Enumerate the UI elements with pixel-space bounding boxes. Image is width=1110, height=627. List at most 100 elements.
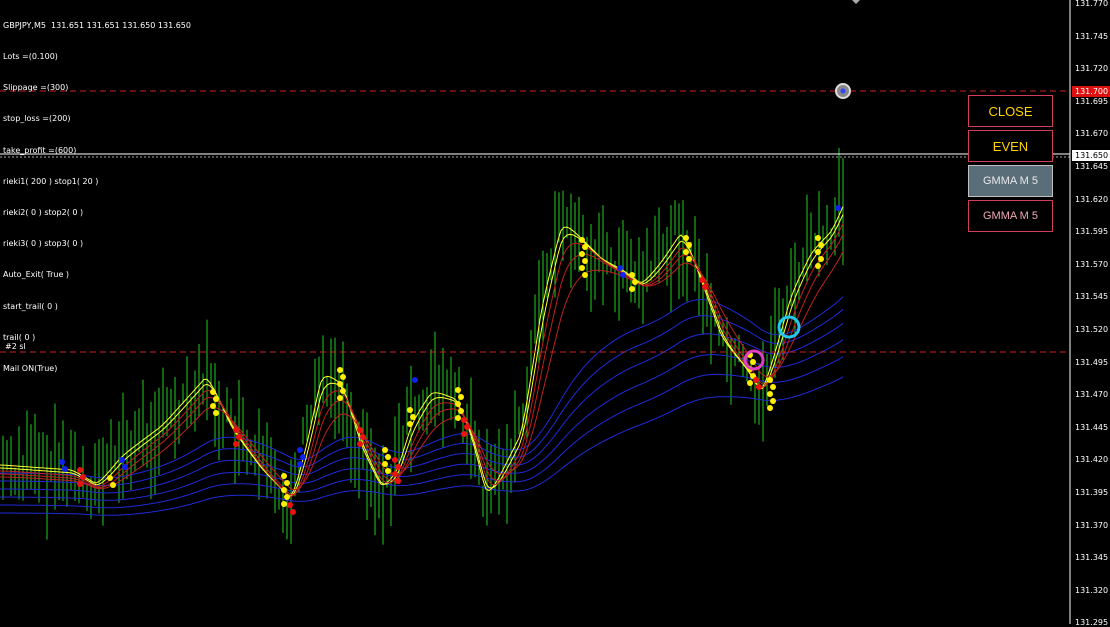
info-rieki1: rieki1( 200 ) stop1( 20 ): [3, 176, 99, 186]
price-axis-label: 131.545: [1075, 292, 1109, 302]
price-axis-label: 131.445: [1075, 422, 1109, 432]
signal-dot: [281, 487, 287, 493]
info-rieki2: rieki2( 0 ) stop2( 0 ): [3, 208, 84, 218]
signal-dot: [392, 471, 398, 477]
price-axis-label: 131.295: [1075, 618, 1109, 627]
signal-dot: [579, 237, 585, 243]
price-axis-label: 131.695: [1075, 96, 1109, 106]
signal-dot: [767, 391, 773, 397]
price-axis-label: 131.570: [1075, 259, 1109, 269]
ea-info-panel: GBPJPY,M5 131.651 131.651 131.650 131.65…: [3, 0, 191, 385]
info-start-trail: start_trail( 0 ): [3, 301, 58, 311]
price-axis-label: 131.395: [1075, 488, 1109, 497]
price-axis-label: 131.495: [1075, 357, 1109, 367]
info-stop-loss: stop_loss =(200): [3, 114, 71, 124]
signal-dot: [210, 403, 216, 409]
signal-dot: [119, 457, 125, 463]
signal-dot: [579, 251, 585, 257]
even-button[interactable]: EVEN: [968, 130, 1053, 162]
signal-dot: [360, 434, 366, 440]
signal-dot: [835, 205, 841, 211]
signal-dot: [582, 244, 588, 250]
signal-dot: [233, 427, 239, 433]
signal-dot: [815, 249, 821, 255]
signal-dot: [382, 447, 388, 453]
price-axis-label: 131.345: [1075, 553, 1109, 563]
signal-dot: [582, 258, 588, 264]
signal-dot: [767, 405, 773, 411]
signal-dot: [753, 377, 759, 383]
price-axis-label: 131.420: [1075, 455, 1109, 465]
signal-dot: [617, 265, 623, 271]
signal-dot: [455, 387, 461, 393]
signal-dot: [767, 377, 773, 383]
signal-dot: [357, 427, 363, 433]
signal-dot: [281, 473, 287, 479]
signal-dot: [458, 408, 464, 414]
close-button[interactable]: CLOSE: [968, 95, 1053, 127]
price-axis-label: 131.720: [1075, 64, 1109, 74]
signal-dot: [213, 396, 219, 402]
signal-dot: [461, 431, 467, 437]
signal-dot: [683, 249, 689, 255]
signal-dot: [455, 401, 461, 407]
signal-dot: [699, 277, 705, 283]
signal-dot: [747, 380, 753, 386]
signal-dot: [284, 480, 290, 486]
info-take-profit: take_profit =(600): [3, 145, 77, 155]
order-target-icon-center: [840, 88, 846, 94]
signal-dot: [382, 461, 388, 467]
signal-dot: [620, 272, 626, 278]
signal-dot: [297, 447, 303, 453]
signal-dot: [756, 384, 762, 390]
signal-dot: [62, 466, 68, 472]
signal-dot: [815, 235, 821, 241]
top-arrow-icon: [852, 0, 860, 4]
signal-dot: [287, 502, 293, 508]
signal-dot: [407, 407, 413, 413]
signal-dot: [455, 415, 461, 421]
signal-dot: [110, 482, 116, 488]
signal-dot: [385, 454, 391, 460]
signal-dot: [632, 279, 638, 285]
price-axis-label: 131.470: [1075, 390, 1109, 400]
price-axis-label: 131.670: [1075, 129, 1109, 139]
signal-dot: [80, 474, 86, 480]
info-lots: Lots =(0.100): [3, 52, 58, 62]
signal-dot: [582, 272, 588, 278]
signal-dot: [629, 286, 635, 292]
signal-dot: [815, 263, 821, 269]
price-axis-label: 131.370: [1075, 520, 1109, 530]
signal-dot: [122, 464, 128, 470]
signal-dot: [683, 235, 689, 241]
price-axis-label: 131.645: [1075, 162, 1109, 171]
signal-dot: [77, 467, 83, 473]
gmma-button-2[interactable]: GMMA M 5: [968, 200, 1053, 232]
signal-dot: [407, 421, 413, 427]
info-auto-exit: Auto_Exit( True ): [3, 270, 70, 280]
signal-dot: [213, 410, 219, 416]
signal-dot: [770, 384, 776, 390]
signal-dot: [686, 256, 692, 262]
signal-dot: [290, 509, 296, 515]
signal-dot: [297, 461, 303, 467]
signal-dot: [702, 284, 708, 290]
stop-loss-label: #2 sl: [5, 342, 26, 351]
signal-dot: [357, 441, 363, 447]
signal-dot: [395, 478, 401, 484]
gmma-button-1[interactable]: GMMA M 5: [968, 165, 1053, 197]
order-price-tag: 131.700: [1072, 86, 1110, 97]
info-trail: trail( 0 ): [3, 332, 36, 342]
price-axis-label: 131.770: [1075, 0, 1109, 8]
signal-dot: [410, 414, 416, 420]
signal-dot: [337, 367, 343, 373]
signal-dot: [579, 265, 585, 271]
signal-dot: [340, 374, 346, 380]
signal-dot: [458, 394, 464, 400]
signal-dot: [337, 381, 343, 387]
signal-dot: [284, 494, 290, 500]
price-axis-label: 131.320: [1075, 585, 1109, 595]
signal-dot: [337, 395, 343, 401]
signal-dot: [385, 468, 391, 474]
info-rieki3: rieki3( 0 ) stop3( 0 ): [3, 239, 84, 249]
